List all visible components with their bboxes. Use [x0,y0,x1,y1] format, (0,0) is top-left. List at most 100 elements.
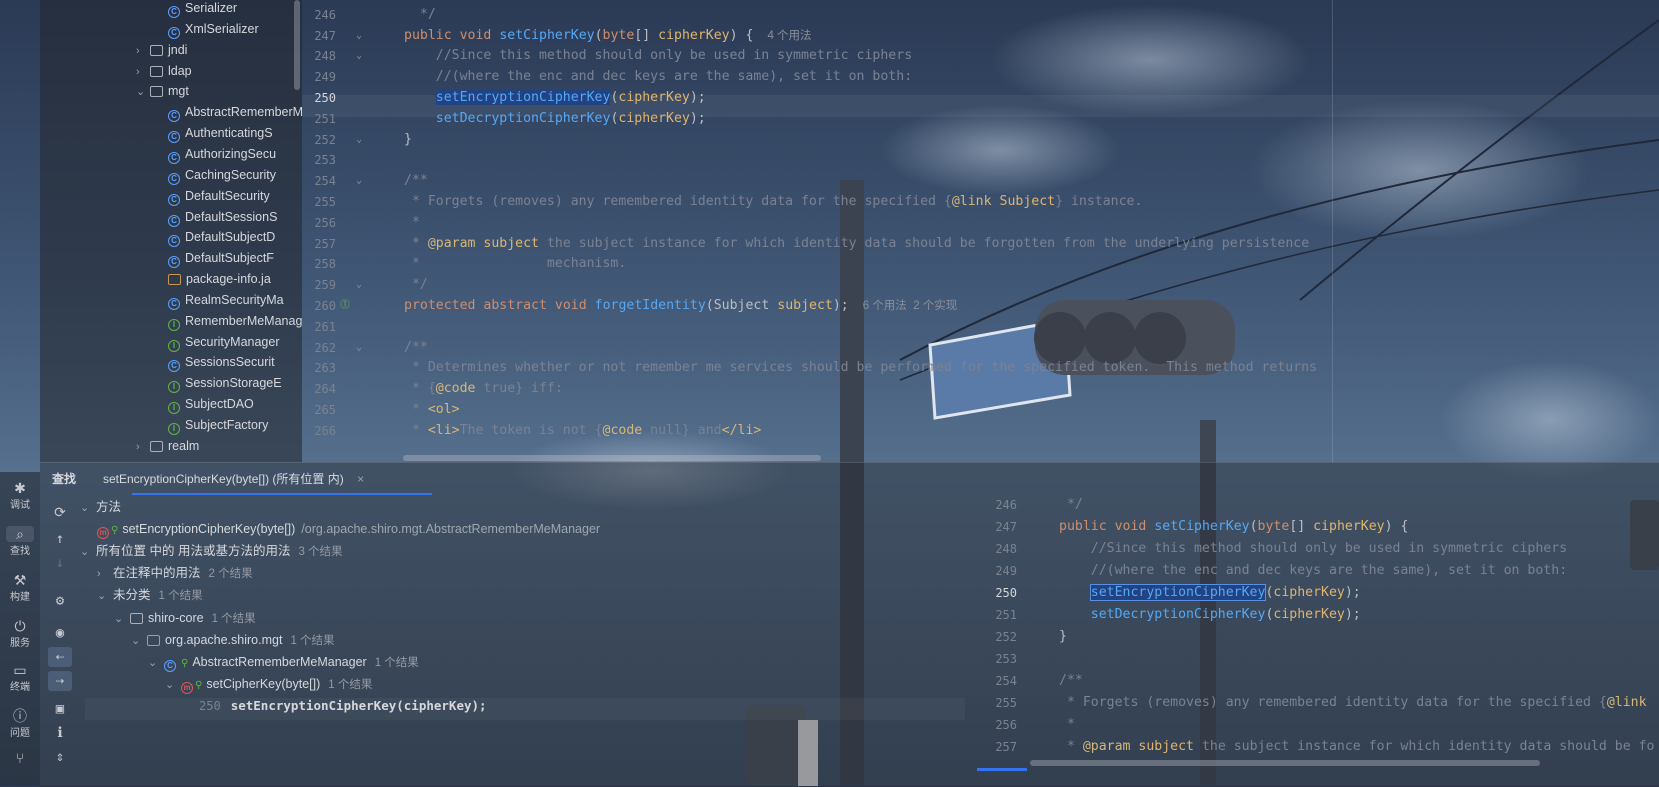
result-node[interactable]: ⌄ 所有位置 中的 用法或基方法的用法 3 个结果 [80,540,343,562]
tree-item[interactable]: C AuthenticatingS [168,122,273,144]
code-line[interactable]: * Determines whether or not remember me … [404,357,1317,379]
find-usages-tab[interactable]: setEncryptionCipherKey(byte[]) (所有位置 内) … [103,468,364,490]
info-icon[interactable]: ℹ [48,723,72,743]
tool-window-build[interactable]: ⚒ 构建 [0,572,40,603]
tree-item[interactable]: C SessionsSecurit [168,351,275,373]
result-node[interactable]: ⌄ m ⚲ setCipherKey(byte[]) 1 个结果 [165,673,372,695]
code-line[interactable]: setDecryptionCipherKey(cipherKey); [404,108,706,130]
tree-item[interactable]: package-info.ja [168,268,271,290]
tree-item[interactable]: C AuthorizingSecu [168,143,276,165]
navigate-forward-icon[interactable]: ⇢ [48,671,72,691]
navigate-back-icon[interactable]: ⇠ [48,647,72,667]
code-line[interactable]: * [404,212,420,234]
chevron-right-icon[interactable]: › [136,436,150,458]
visibility-icon: ⚲ [181,657,189,669]
tree-item[interactable]: C RealmSecurityMa [168,289,284,311]
code-line[interactable]: //Since this method should only be used … [404,45,912,67]
chevron-down-icon[interactable]: ⌄ [148,652,164,674]
result-node[interactable]: m ⚲ setEncryptionCipherKey(byte[]) /org.apa… [97,518,600,540]
tool-window-find[interactable]: ⌕ 查找 [0,526,40,557]
chevron-down-icon[interactable]: ⌄ [80,497,96,519]
usage-preview[interactable]: 246 */ 247 public void setCipherKey(byte[]… [977,494,1659,786]
chevron-down-icon[interactable]: ⌄ [97,585,113,607]
chevron-down-icon[interactable]: ⌄ [165,674,181,696]
fold-icon[interactable]: ⌄ [356,274,362,296]
code-line[interactable]: } [404,129,412,151]
rerun-icon[interactable]: ⟳ [48,503,72,523]
fold-icon[interactable]: ⌄ [356,170,362,192]
result-node[interactable]: 250 setEncryptionCipherKey(cipherKey); [199,695,487,717]
code-line[interactable]: /** [404,170,428,192]
code-line[interactable]: /** [404,337,428,359]
chevron-down-icon[interactable]: ⌄ [131,630,147,652]
code-line[interactable]: * <li>The token is not {@code null} and<… [404,420,761,442]
line-number: 246 [314,7,336,22]
tree-item[interactable]: I SessionStorageE [168,372,282,394]
previous-occurrence-icon[interactable]: ↑ [48,529,72,549]
project-tree[interactable]: C Serializer C XmlSerializer › jndi › ldap ⌄ mgt C… [40,0,302,462]
chevron-right-icon[interactable]: › [136,40,150,62]
code-line[interactable]: setEncryptionCipherKey(cipherKey); [404,87,706,109]
code-line[interactable]: * {@code true} iff: [404,378,563,400]
code-line[interactable]: * mechanism. [404,253,626,275]
result-node[interactable]: ⌄ shiro-core 1 个结果 [114,607,256,629]
chevron-down-icon[interactable]: ⌄ [114,608,130,630]
group-by-folder-icon[interactable]: ▣ [48,699,72,719]
tool-window-git[interactable]: ⑂ [0,750,40,766]
fold-icon[interactable]: ⌄ [356,45,362,67]
settings-icon[interactable]: ⚙ [48,591,72,611]
tree-item[interactable]: C DefaultSubjectF [168,247,274,269]
chevron-down-icon[interactable]: ⌄ [136,81,150,103]
code-line[interactable]: */ [404,4,436,26]
tree-item[interactable]: C DefaultSecurity [168,185,270,207]
usages-inlay-hint[interactable]: 4 个用法 [767,30,811,42]
fold-icon[interactable]: ⌄ [356,25,362,47]
editor-horizontal-scrollbar[interactable] [403,455,821,461]
tree-item[interactable]: I SubjectFactory [168,414,268,436]
implemented-gutter-icon[interactable]: ⓵ [340,295,350,317]
tool-window-problems[interactable]: ⓘ 问题 [0,708,40,739]
tree-item[interactable]: C DefaultSessionS [168,206,277,228]
code-line[interactable]: protected abstract void forgetIdentity(S… [404,295,957,317]
tool-window-debug[interactable]: ✱ 调试 [0,480,40,511]
code-line[interactable]: * @param subject the subject instance fo… [404,233,1309,255]
tree-item[interactable]: C CachingSecurity [168,164,276,186]
tree-item[interactable]: › ldap [136,60,192,82]
tool-window-services[interactable]: ⏻ 服务 [0,618,40,649]
close-icon[interactable]: × [357,472,364,486]
tree-scrollbar[interactable] [294,0,300,90]
expand-collapse-icon[interactable]: ⇕ [48,747,72,767]
tree-item[interactable]: ⌄ mgt [136,80,189,102]
chevron-down-icon[interactable]: ⌄ [80,541,96,563]
tree-item[interactable]: I SecurityManager [168,331,280,353]
result-node[interactable]: ⌄ 未分类 1 个结果 [97,584,203,606]
terminal-icon: ▭ [13,662,27,678]
result-node[interactable]: ⌄ org.apache.shiro.mgt 1 个结果 [131,629,335,651]
tree-item[interactable]: › jndi [136,39,187,61]
code-line[interactable]: */ [404,274,428,296]
usages-inlay-hint[interactable]: 6 个用法 2 个实现 [863,300,958,312]
fold-icon[interactable]: ⌄ [356,337,362,359]
tree-item[interactable]: C Serializer [168,0,237,19]
code-line[interactable]: * Forgets (removes) any remembered ident… [404,191,1142,213]
preview-icon[interactable]: ◉ [48,623,72,643]
code-line[interactable]: //(where the enc and dec keys are the sa… [404,66,912,88]
next-occurrence-icon[interactable]: ↓ [48,553,72,573]
result-node[interactable]: › 在注释中的用法 2 个结果 [97,562,253,584]
result-node[interactable]: ⌄ C ⚲ AbstractRememberMeManager 1 个结果 [148,651,419,673]
chevron-right-icon[interactable]: › [97,563,113,585]
tree-item[interactable]: I SubjectDAO [168,393,254,415]
fold-icon[interactable]: ⌄ [356,129,362,151]
tree-item[interactable]: C AbstractRememberMe [168,101,302,123]
code-line[interactable]: * <ol> [404,399,460,421]
tree-item[interactable]: › realm [136,435,199,457]
code-line[interactable]: public void setCipherKey(byte[] cipherKe… [404,25,812,47]
line-number: 260 [314,299,336,313]
tree-item[interactable]: C DefaultSubjectD [168,226,275,248]
result-node[interactable]: ⌄ 方法 [80,496,121,518]
tool-window-terminal[interactable]: ▭ 终端 [0,662,40,693]
tree-item[interactable]: I RememberMeManag [168,310,302,332]
tree-item[interactable]: C XmlSerializer [168,18,259,40]
preview-scrollbar[interactable] [1030,760,1540,766]
chevron-right-icon[interactable]: › [136,61,150,83]
